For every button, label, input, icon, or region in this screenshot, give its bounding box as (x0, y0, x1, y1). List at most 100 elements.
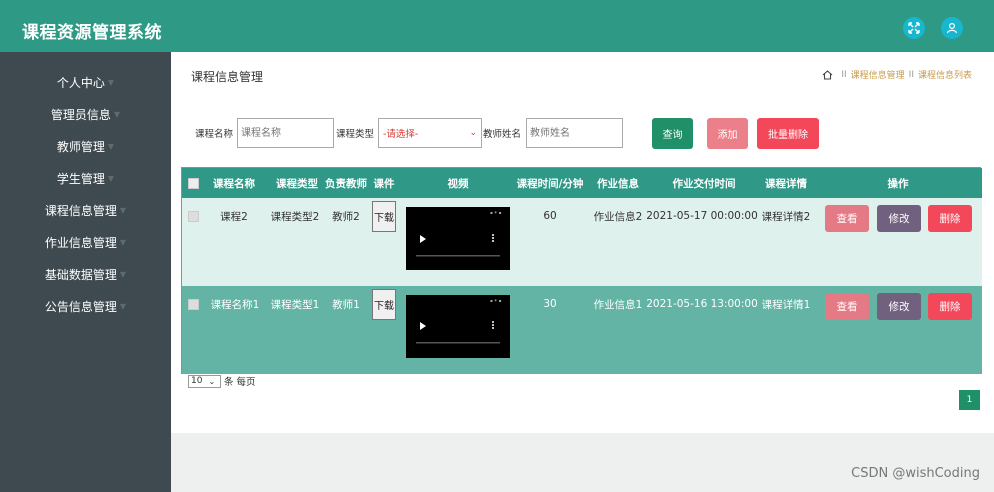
course-type-label: 课程类型 (336, 129, 375, 140)
sidebar-item-homework-info[interactable]: 作业信息管理 ▼ (0, 232, 171, 252)
sidebar-item-label: 管理员信息 (50, 107, 111, 122)
chevron-down-icon: ▼ (119, 269, 127, 279)
chevron-down-icon: ▼ (119, 237, 127, 247)
sidebar-item-personal-center[interactable]: 个人中心 ▼ (0, 72, 171, 92)
batch-delete-button[interactable]: 批量删除 (757, 118, 819, 149)
chevron-down-icon: ▼ (113, 109, 121, 119)
app-title: 课程资源管理系统 (22, 23, 162, 43)
main-panel: 课程信息管理 II 课程信息管理 II 课程信息列表 课程名称 课程类型 -请选… (171, 52, 994, 433)
chevron-down-icon: ▼ (107, 173, 115, 183)
table-row[interactable]: 课程名称1 课程类型1 教师1 下载 ▪ ⁕ ▪ 30 作业信息1 2021-0… (182, 286, 982, 374)
course-name-label: 课程名称 (195, 129, 234, 140)
play-icon (420, 235, 426, 243)
course-name-cell: 课程2 (220, 210, 248, 223)
svg-text:▪ ⁕ ▪: ▪ ⁕ ▪ (490, 298, 502, 303)
column-header[interactable]: 课程名称 (209, 168, 259, 198)
homework-cell: 作业信息2 (593, 210, 643, 223)
sidebar-item-student-management[interactable]: 学生管理 ▼ (0, 168, 171, 188)
sidebar-item-teacher-management[interactable]: 教师管理 ▼ (0, 136, 171, 156)
page-number-button[interactable]: 1 (959, 390, 980, 410)
teacher-name-input[interactable] (526, 118, 623, 148)
breadcrumb-separator: II (841, 69, 847, 80)
expand-icon[interactable] (903, 17, 925, 39)
sidebar-item-basic-data[interactable]: 基础数据管理 ▼ (0, 264, 171, 284)
svg-text:▪ ⁕ ▪: ▪ ⁕ ▪ (490, 210, 502, 215)
page-title: 课程信息管理 (191, 70, 264, 84)
courseware-download-button[interactable]: 下载 (372, 201, 396, 232)
breadcrumb-course-list[interactable]: 课程信息列表 (918, 68, 972, 81)
chevron-down-icon: ▼ (119, 301, 127, 311)
page-size-select[interactable]: 10 ⌄ (188, 374, 221, 388)
page-size-control: 10 ⌄ 条 每页 (188, 374, 256, 388)
page-size-value: 10 (191, 376, 203, 386)
course-type-selected: -请选择- (383, 129, 419, 140)
sidebar-item-announcements[interactable]: 公告信息管理 ▼ (0, 296, 171, 316)
column-header[interactable]: 作业信息 (588, 168, 648, 198)
deadline-cell: 2021-05-17 00:00:00 (646, 210, 758, 222)
course-table: 课程名称 课程类型 负责教师 课件 视频 课程时间/分钟 作业信息 作业交付时间… (181, 167, 982, 374)
watermark: CSDN @wishCoding (851, 466, 980, 481)
sidebar-item-label: 教师管理 (56, 139, 105, 154)
edit-button[interactable]: 修改 (877, 293, 921, 320)
home-icon[interactable] (822, 69, 833, 80)
row-checkbox[interactable] (188, 299, 199, 310)
course-type-select[interactable]: -请选择- ⌄ (378, 118, 482, 148)
sidebar-item-course-info[interactable]: 课程信息管理 ▼ (0, 200, 171, 220)
sidebar-item-label: 基础数据管理 (44, 267, 117, 282)
course-type-cell: 课程类型2 (270, 210, 320, 223)
user-icon[interactable] (941, 17, 963, 39)
column-header[interactable]: 课程类型 (267, 168, 327, 198)
play-icon (420, 322, 426, 330)
delete-button[interactable]: 删除 (928, 293, 972, 320)
view-button[interactable]: 查看 (825, 205, 869, 232)
breadcrumb-course-info[interactable]: 课程信息管理 (851, 68, 905, 81)
add-button[interactable]: 添加 (707, 118, 748, 149)
chevron-down-icon: ⌄ (469, 128, 477, 138)
column-header[interactable]: 课程时间/分钟 (512, 168, 588, 198)
course-name-input[interactable] (237, 118, 334, 148)
column-header[interactable]: 课件 (372, 168, 396, 198)
homework-cell: 作业信息1 (593, 298, 643, 311)
teacher-cell: 教师1 (332, 298, 360, 311)
sidebar-item-admin-info[interactable]: 管理员信息 ▼ (0, 104, 171, 124)
course-name-cell: 课程名称1 (210, 298, 260, 311)
breadcrumb: II 课程信息管理 II 课程信息列表 (822, 68, 972, 81)
row-checkbox[interactable] (188, 211, 199, 222)
table-row[interactable]: 课程2 课程类型2 教师2 下载 ▪ ⁕ ▪ 60 作业信息2 2021-05-… (182, 198, 982, 286)
column-header[interactable]: 作业交付时间 (654, 168, 754, 198)
teacher-name-label: 教师姓名 (483, 129, 522, 140)
chevron-down-icon: ▼ (107, 77, 115, 87)
column-header[interactable]: 负责教师 (321, 168, 371, 198)
edit-button[interactable]: 修改 (877, 205, 921, 232)
sidebar-item-label: 个人中心 (56, 75, 105, 90)
deadline-cell: 2021-05-16 13:00:00 (646, 298, 758, 310)
select-all-checkbox[interactable] (188, 178, 199, 189)
chevron-down-icon: ▼ (119, 205, 127, 215)
table-header: 课程名称 课程类型 负责教师 课件 视频 课程时间/分钟 作业信息 作业交付时间… (182, 168, 982, 198)
chevron-down-icon: ▼ (107, 141, 115, 151)
page-size-suffix: 条 每页 (224, 377, 256, 388)
view-button[interactable]: 查看 (825, 293, 869, 320)
minutes-cell: 60 (543, 210, 557, 222)
sidebar-item-label: 课程信息管理 (44, 203, 117, 218)
sidebar-item-label: 公告信息管理 (44, 299, 117, 314)
detail-cell: 课程详情1 (761, 298, 811, 311)
minutes-cell: 30 (543, 298, 557, 310)
column-header[interactable]: 操作 (822, 168, 974, 198)
column-header[interactable]: 课程详情 (756, 168, 816, 198)
search-button[interactable]: 查询 (652, 118, 693, 149)
footer-area (171, 433, 994, 492)
sidebar: 个人中心 ▼ 管理员信息 ▼ 教师管理 ▼ 学生管理 ▼ 课程信息管理 ▼ 作业信息管理 ▼… (0, 52, 171, 492)
delete-button[interactable]: 删除 (928, 205, 972, 232)
course-type-cell: 课程类型1 (270, 298, 320, 311)
top-bar: 课程资源管理系统 (0, 0, 994, 52)
column-header[interactable]: 视频 (406, 168, 510, 198)
sidebar-item-label: 作业信息管理 (44, 235, 117, 250)
chevron-down-icon: ⌄ (208, 376, 216, 386)
sidebar-item-label: 学生管理 (56, 171, 105, 186)
video-player[interactable]: ▪ ⁕ ▪ (406, 295, 510, 358)
breadcrumb-separator: II (908, 69, 914, 80)
video-player[interactable]: ▪ ⁕ ▪ (406, 207, 510, 270)
detail-cell: 课程详情2 (761, 210, 811, 223)
courseware-download-button[interactable]: 下载 (372, 289, 396, 320)
